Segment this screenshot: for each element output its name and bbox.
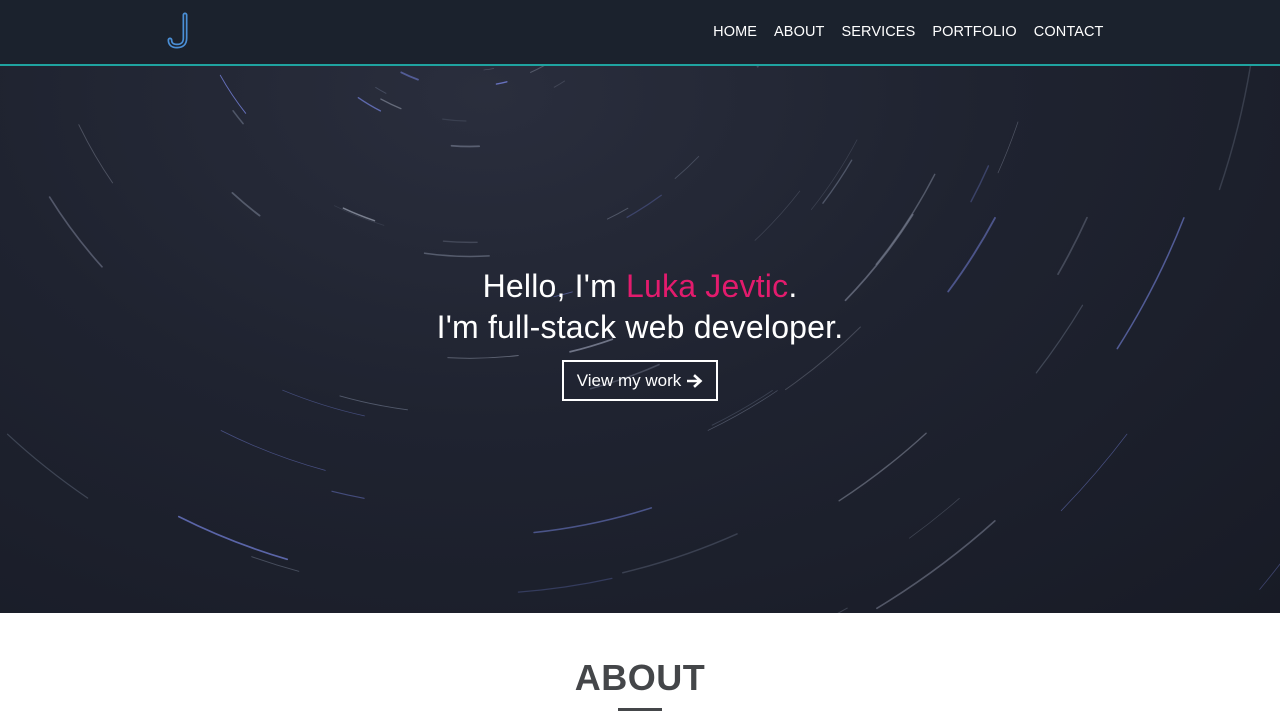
star-trail-arc bbox=[1060, 433, 1128, 512]
star-trail-arc bbox=[442, 118, 467, 122]
star-trail-arc bbox=[375, 86, 387, 94]
about-section: ABOUT bbox=[0, 613, 1280, 719]
nav-about[interactable]: ABOUT bbox=[766, 24, 833, 40]
about-title: ABOUT bbox=[574, 657, 706, 698]
star-trail-arc bbox=[822, 159, 853, 204]
star-trail-arc bbox=[0, 547, 32, 613]
star-trail-arc bbox=[875, 173, 936, 266]
star-trail-arc bbox=[810, 139, 858, 210]
nav-menu: HOME ABOUT SERVICES PORTFOLIO CONTACT bbox=[705, 0, 1112, 64]
star-trail-arc bbox=[483, 68, 495, 71]
star-trail-arc bbox=[78, 124, 114, 184]
star-trail-arc bbox=[450, 144, 481, 148]
hero-tagline: I'm full-stack web developer. bbox=[436, 309, 844, 345]
star-trail-arc bbox=[232, 110, 244, 125]
star-trail-arc bbox=[342, 207, 376, 222]
nav-home[interactable]: HOME bbox=[705, 24, 766, 40]
star-trail-arc bbox=[517, 577, 613, 593]
star-trail-arc bbox=[48, 196, 103, 268]
star-trail-arc bbox=[1259, 563, 1280, 590]
star-trail-arc bbox=[838, 432, 927, 502]
star-trail-arc bbox=[251, 556, 300, 572]
hero-content: Hello, I'm Luka Jevtic. I'm full-stack w… bbox=[0, 266, 1280, 401]
about-title-underline bbox=[618, 708, 662, 711]
star-trail-arc bbox=[622, 533, 738, 574]
star-trail-arc bbox=[909, 497, 960, 539]
star-trail-arc bbox=[553, 80, 566, 88]
hero-greeting: Hello, I'm Luka Jevtic. bbox=[0, 266, 1280, 307]
nav-services[interactable]: SERVICES bbox=[833, 24, 924, 40]
arrow-right-icon bbox=[687, 373, 703, 388]
star-trail-arc bbox=[6, 433, 89, 499]
star-trail-arc bbox=[423, 252, 490, 258]
star-trail-arc bbox=[219, 74, 247, 114]
hero-greeting-suffix: . bbox=[788, 268, 798, 304]
star-trail-arc bbox=[495, 81, 508, 85]
star-trail-arc bbox=[400, 71, 419, 81]
star-trail-arc bbox=[530, 66, 545, 73]
star-trail-arc bbox=[674, 155, 700, 179]
star-trail-arc bbox=[606, 207, 629, 220]
nav-contact[interactable]: CONTACT bbox=[1025, 24, 1112, 40]
navbar: HOME ABOUT SERVICES PORTFOLIO CONTACT bbox=[0, 0, 1280, 66]
star-trail-arc bbox=[756, 66, 759, 68]
star-trail-arc bbox=[1218, 66, 1252, 191]
logo-icon[interactable] bbox=[166, 12, 196, 50]
star-trail-arc bbox=[533, 507, 653, 534]
star-trail-arc bbox=[442, 240, 478, 244]
view-my-work-label: View my work bbox=[576, 370, 682, 390]
star-trail-arc bbox=[876, 520, 996, 610]
star-trail-arc bbox=[331, 490, 365, 499]
star-trail-arc bbox=[970, 165, 990, 203]
star-trail-arc bbox=[220, 430, 326, 471]
nav-portfolio[interactable]: PORTFOLIO bbox=[924, 24, 1025, 40]
star-trail-arc bbox=[997, 121, 1019, 174]
star-trail-arc bbox=[177, 515, 289, 561]
star-trail-arc bbox=[231, 192, 261, 217]
view-my-work-button[interactable]: View my work bbox=[561, 360, 719, 401]
hero-section: Hello, I'm Luka Jevtic. I'm full-stack w… bbox=[0, 66, 1280, 613]
star-trail-arc bbox=[754, 190, 801, 241]
star-trail-arc bbox=[357, 97, 382, 112]
star-trail-arc bbox=[380, 98, 402, 110]
page: HOME ABOUT SERVICES PORTFOLIO CONTACT He… bbox=[0, 0, 1280, 719]
hero-name: Luka Jevtic bbox=[626, 268, 789, 304]
star-trail-arc bbox=[626, 194, 662, 218]
hero-greeting-prefix: Hello, I'm bbox=[482, 268, 627, 304]
